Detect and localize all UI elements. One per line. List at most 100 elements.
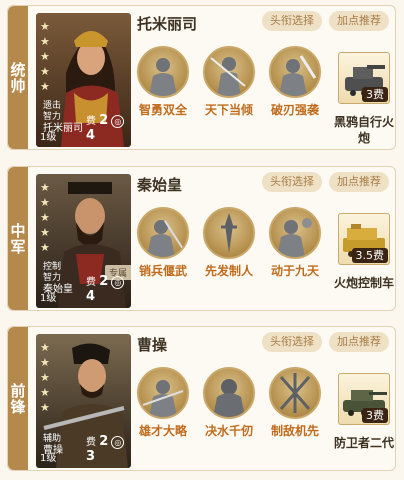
hero-tag: 控制 [43, 262, 62, 272]
weapon-cost: 3费 [362, 408, 388, 423]
coin-icon: ◎ [111, 275, 125, 289]
skill-slot-1[interactable]: 销兵偃武 [135, 207, 191, 278]
skill-slot-2[interactable]: 决水千仞 [201, 367, 257, 438]
skill-icon [137, 367, 189, 419]
hero-cost: 费 2 ◎ 4 [86, 112, 131, 143]
skill-name: 决水千仞 [204, 424, 253, 438]
weapon-slot[interactable]: 3费 [338, 373, 390, 425]
skill-art [142, 380, 184, 417]
skill-name: 销兵偃武 [138, 264, 187, 278]
hero-tag: 辅助 [43, 434, 62, 444]
skill-icon [137, 46, 189, 98]
star-icon: ★ [40, 65, 50, 78]
skill-art [213, 379, 245, 417]
hero-tag: 遗击 [43, 101, 62, 111]
hero-name: 秦始皇 [137, 176, 183, 194]
star-icon: ★ [40, 371, 50, 384]
skill-art [210, 57, 246, 96]
skill-slot-2[interactable]: 先发制人 [201, 207, 257, 278]
skill-art [221, 213, 237, 253]
skill-name: 先发制人 [204, 264, 253, 278]
star-icon: ★ [40, 50, 50, 63]
hero-level: 1级 [40, 453, 57, 464]
weapon-slot[interactable]: 3.5费 [338, 213, 390, 265]
title-select-button[interactable]: 头衔选择 [262, 172, 322, 192]
hero-level: 1级 [40, 132, 57, 143]
hero-card-3[interactable]: 前锋 ★ ★ ★ ★ ★ 辅助 曹操 1级 费 2 ◎ 3 曹操 头衔选择 加点… [7, 326, 396, 471]
star-icon: ★ [40, 196, 50, 209]
skill-art [147, 220, 184, 257]
weapon-cost: 3.5费 [351, 248, 388, 263]
skill-name: 动于九天 [270, 264, 319, 278]
points-recommend-button[interactable]: 加点推荐 [329, 11, 389, 31]
hero-cost: 费 2 ◎ 4 [86, 273, 131, 304]
position-label: 前锋 [8, 327, 28, 470]
coin-value: 4 [86, 128, 96, 143]
hero-name: 曹操 [137, 336, 168, 354]
skill-name: 天下当倾 [204, 103, 253, 117]
weapon-name: 火炮控制车 [334, 276, 395, 290]
star-icon: ★ [40, 401, 50, 414]
skill-slot-2[interactable]: 天下当倾 [201, 46, 257, 117]
weapon-name: 黑鸦自行火炮 [334, 115, 395, 145]
skill-icon [203, 207, 255, 259]
hero-name: 托米丽司 [137, 15, 198, 33]
star-rating: ★ ★ ★ ★ ★ [40, 340, 52, 415]
hero-portrait[interactable]: ★ ★ ★ ★ ★ 遗击 智力 托米丽司 1级 费 2 ◎ 4 [36, 13, 131, 147]
skill-slot-3[interactable]: 动于九天 [267, 207, 323, 278]
cost-value: 2 [99, 434, 109, 449]
skill-slot-1[interactable]: 智勇双全 [135, 46, 191, 117]
hero-portrait[interactable]: ★ ★ ★ ★ ★ 控制 智力 秦始皇 专属 1级 费 2 ◎ 4 [36, 174, 131, 308]
star-icon: ★ [40, 386, 50, 399]
skill-icon [269, 207, 321, 259]
weapon-slot[interactable]: 3费 [338, 52, 390, 104]
skill-slot-3[interactable]: 破刃强袭 [267, 46, 323, 117]
coin-value: 4 [86, 289, 96, 304]
star-icon: ★ [40, 226, 50, 239]
cost-value: 2 [99, 274, 109, 289]
skill-icon [137, 207, 189, 259]
skill-art [279, 373, 311, 413]
skill-name: 制敌机先 [270, 424, 319, 438]
hero-level: 1级 [40, 293, 57, 304]
skill-icon [269, 46, 321, 98]
coin-value: 3 [86, 449, 96, 464]
title-select-button[interactable]: 头衔选择 [262, 11, 322, 31]
star-icon: ★ [40, 80, 50, 93]
star-icon: ★ [40, 341, 50, 354]
star-rating: ★ ★ ★ ★ ★ [40, 19, 52, 94]
star-icon: ★ [40, 20, 50, 33]
position-label: 中军 [8, 167, 28, 310]
skill-name: 破刃强袭 [270, 103, 319, 117]
position-label: 统帅 [8, 6, 28, 149]
title-select-button[interactable]: 头衔选择 [262, 332, 322, 352]
star-icon: ★ [40, 35, 50, 48]
coin-icon: ◎ [111, 435, 125, 449]
skill-slot-1[interactable]: 雄才大略 [135, 367, 191, 438]
skill-slot-3[interactable]: 制敌机先 [267, 367, 323, 438]
star-icon: ★ [40, 241, 50, 254]
points-recommend-button[interactable]: 加点推荐 [329, 172, 389, 192]
coin-icon: ◎ [111, 114, 125, 128]
skill-art [149, 58, 177, 96]
skill-icon [203, 367, 255, 419]
hero-portrait[interactable]: ★ ★ ★ ★ ★ 辅助 曹操 1级 费 2 ◎ 3 [36, 334, 131, 468]
skill-art [279, 55, 317, 96]
star-icon: ★ [40, 356, 50, 369]
hero-card-1[interactable]: 统帅 ★ ★ ★ ★ ★ 遗击 智力 托米丽司 1级 费 2 ◎ 4 托米丽司 … [7, 5, 396, 150]
hero-tag: 智力 [43, 112, 62, 122]
cost-label: 费 [86, 437, 96, 448]
hero-card-2[interactable]: 中军 ★ ★ ★ ★ ★ 控制 智力 秦始皇 专属 1级 费 2 ◎ 4 秦始皇… [7, 166, 396, 311]
points-recommend-button[interactable]: 加点推荐 [329, 332, 389, 352]
cost-value: 2 [99, 113, 109, 128]
skill-icon [203, 46, 255, 98]
hero-tag: 智力 [43, 273, 62, 283]
cost-label: 费 [86, 116, 96, 127]
weapon-name: 防卫者二代 [334, 436, 395, 450]
cost-label: 费 [86, 277, 96, 288]
skill-name: 雄才大略 [138, 424, 187, 438]
weapon-cost: 3费 [362, 87, 388, 102]
hero-cost: 费 2 ◎ 3 [86, 433, 131, 464]
star-icon: ★ [40, 181, 50, 194]
skill-icon [269, 367, 321, 419]
